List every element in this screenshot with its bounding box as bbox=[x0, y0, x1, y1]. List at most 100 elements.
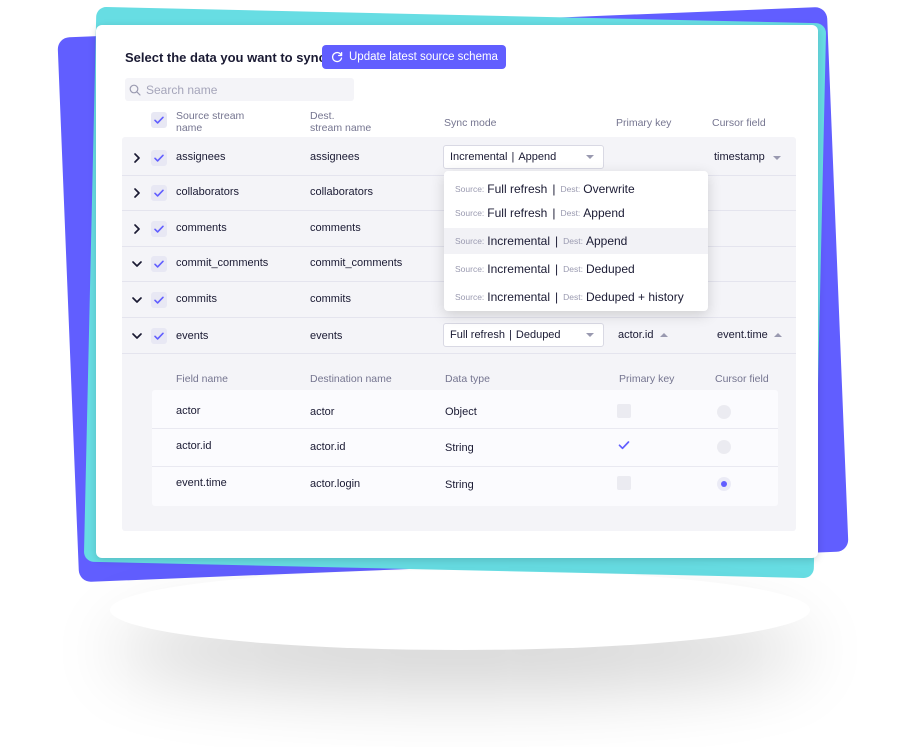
cursor-radio-selected[interactable] bbox=[717, 477, 731, 491]
option-source-label: Source: bbox=[455, 264, 485, 274]
sync-mode-separator: | bbox=[509, 329, 512, 341]
column-header-dest-line1: Dest. bbox=[310, 110, 335, 122]
cursor-radio[interactable] bbox=[717, 405, 731, 419]
sync-mode-select[interactable]: Incremental | Append bbox=[443, 145, 604, 169]
cursor-field-value: event.time bbox=[717, 329, 768, 341]
field-header-data-type: Data type bbox=[445, 373, 490, 385]
caret-up-icon bbox=[774, 333, 782, 337]
stream-checkbox[interactable] bbox=[151, 292, 167, 308]
cursor-radio[interactable] bbox=[717, 440, 731, 454]
stream-dest-name: commits bbox=[310, 293, 351, 305]
option-dest-label: Dest: bbox=[563, 236, 583, 246]
sync-mode-select[interactable]: Full refresh | Deduped bbox=[443, 323, 604, 347]
stream-source-name: assignees bbox=[176, 151, 226, 163]
cursor-field-value: timestamp bbox=[714, 151, 765, 163]
check-icon bbox=[154, 189, 164, 197]
chevron-down-icon[interactable] bbox=[131, 258, 143, 270]
stream-source-name: comments bbox=[176, 222, 227, 234]
field-data-type: Object bbox=[445, 406, 477, 418]
stream-dest-name: comments bbox=[310, 222, 361, 234]
field-dest-name: actor.login bbox=[310, 478, 361, 490]
row-divider bbox=[122, 317, 796, 318]
check-icon bbox=[154, 154, 164, 162]
sync-mode-option[interactable]: Source: Incremental | Dest: Deduped bbox=[444, 256, 708, 282]
stream-dest-name: events bbox=[310, 330, 343, 342]
option-dest: Deduped + history bbox=[585, 290, 684, 304]
option-source: Full refresh bbox=[487, 206, 548, 220]
select-all-checkbox[interactable] bbox=[151, 112, 167, 128]
column-header-primary-key: Primary key bbox=[616, 117, 672, 129]
stream-source-name: events bbox=[176, 330, 209, 342]
column-header-sync-mode: Sync mode bbox=[444, 117, 497, 129]
column-header-dest: Dest. stream name bbox=[310, 110, 371, 134]
stream-checkbox[interactable] bbox=[151, 221, 167, 237]
sync-mode-dest: Append bbox=[518, 151, 557, 163]
stream-checkbox[interactable] bbox=[151, 150, 167, 166]
option-source: Incremental bbox=[487, 290, 550, 304]
check-icon bbox=[154, 296, 164, 304]
option-separator: | bbox=[555, 234, 559, 248]
check-icon bbox=[154, 332, 164, 340]
option-dest: Deduped bbox=[585, 262, 635, 276]
field-data-type: String bbox=[445, 479, 474, 491]
field-header-primary-key: Primary key bbox=[619, 373, 675, 385]
caret-down-icon bbox=[773, 156, 781, 160]
chevron-down-icon[interactable] bbox=[131, 294, 143, 306]
primary-key-checkbox[interactable] bbox=[617, 476, 631, 490]
option-separator: | bbox=[552, 182, 556, 196]
option-dest: Append bbox=[585, 234, 628, 248]
field-data-type: String bbox=[445, 442, 474, 454]
field-name: actor bbox=[176, 405, 201, 417]
sync-settings-card: Select the data you want to sync Update … bbox=[96, 25, 818, 558]
chevron-down-icon[interactable] bbox=[131, 330, 143, 342]
chevron-right-icon[interactable] bbox=[131, 152, 143, 164]
option-dest-label: Dest: bbox=[563, 264, 583, 274]
option-dest-label: Dest: bbox=[560, 184, 581, 194]
field-header-destination: Destination name bbox=[310, 373, 392, 385]
stream-checkbox[interactable] bbox=[151, 328, 167, 344]
option-source-label: Source: bbox=[455, 292, 485, 302]
search-input[interactable] bbox=[146, 82, 346, 97]
field-name: event.time bbox=[176, 477, 227, 489]
option-separator: | bbox=[555, 262, 559, 276]
field-dest-name: actor.id bbox=[310, 441, 346, 453]
caret-up-icon bbox=[660, 333, 668, 337]
stream-source-name: commits bbox=[176, 293, 217, 305]
option-source-label: Source: bbox=[455, 236, 485, 246]
stream-dest-name: assignees bbox=[310, 151, 360, 163]
column-header-source: Source stream name bbox=[176, 110, 244, 134]
option-dest-label: Dest: bbox=[563, 292, 583, 302]
column-header-dest-line2: stream name bbox=[310, 122, 372, 134]
row-divider bbox=[122, 353, 796, 354]
chevron-right-icon[interactable] bbox=[131, 187, 143, 199]
refresh-icon bbox=[331, 51, 343, 63]
stream-dest-name: commit_comments bbox=[310, 257, 403, 269]
update-schema-button[interactable]: Update latest source schema bbox=[322, 45, 506, 69]
option-separator: | bbox=[552, 206, 556, 220]
update-schema-label: Update latest source schema bbox=[349, 51, 498, 63]
option-source-label: Source: bbox=[455, 208, 485, 218]
primary-key-value: actor.id bbox=[618, 329, 654, 341]
chevron-right-icon[interactable] bbox=[131, 223, 143, 235]
sync-mode-option[interactable]: Source: Full refresh | Dest: Overwrite bbox=[444, 176, 708, 202]
option-dest: Overwrite bbox=[583, 182, 635, 196]
sync-mode-source: Full refresh bbox=[450, 329, 506, 341]
sync-mode-option-highlighted[interactable]: Source: Incremental | Dest: Append bbox=[444, 228, 708, 254]
option-source-label: Source: bbox=[455, 184, 485, 194]
field-row-divider bbox=[152, 466, 778, 467]
check-icon[interactable] bbox=[617, 438, 631, 452]
cursor-field-select[interactable]: timestamp bbox=[714, 151, 765, 163]
sync-mode-source: Incremental bbox=[450, 151, 508, 163]
sync-mode-option[interactable]: Source: Incremental | Dest: Deduped + hi… bbox=[444, 284, 708, 310]
primary-key-checkbox[interactable] bbox=[617, 404, 631, 418]
option-source: Incremental bbox=[487, 262, 550, 276]
cursor-field-select[interactable]: event.time bbox=[717, 329, 768, 341]
search-icon bbox=[129, 84, 141, 96]
stream-checkbox[interactable] bbox=[151, 185, 167, 201]
primary-key-select[interactable]: actor.id bbox=[618, 329, 653, 341]
option-dest-label: Dest: bbox=[560, 208, 581, 218]
decorative-shadow bbox=[110, 570, 810, 650]
sync-mode-option[interactable]: Source: Full refresh | Dest: Append bbox=[444, 200, 708, 226]
stream-checkbox[interactable] bbox=[151, 256, 167, 272]
option-separator: | bbox=[555, 290, 559, 304]
